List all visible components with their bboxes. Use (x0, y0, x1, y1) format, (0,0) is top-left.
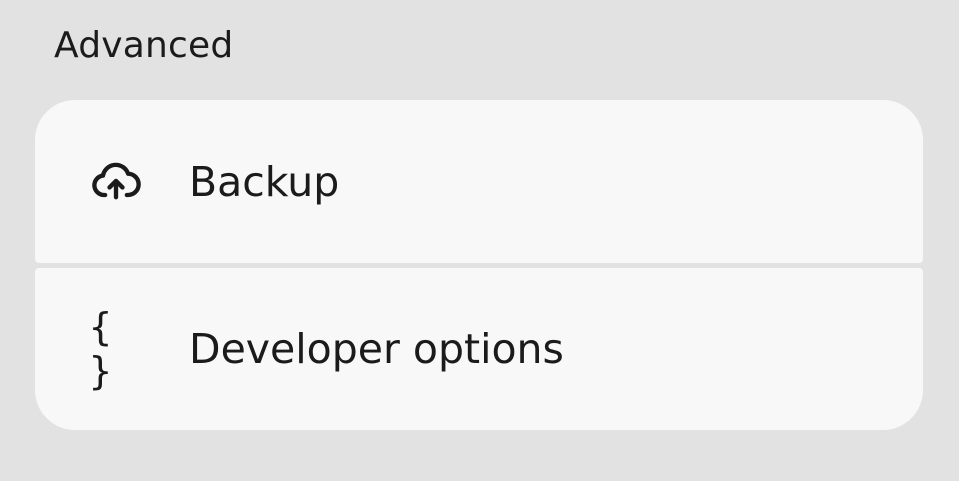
developer-options-item[interactable]: { } Developer options (35, 268, 923, 430)
developer-options-label: Developer options (189, 325, 564, 373)
code-braces-icon: { } (89, 305, 116, 393)
backup-label: Backup (189, 157, 340, 206)
section-title: Advanced (54, 25, 234, 66)
advanced-settings-group: Backup { } Developer options (35, 100, 923, 430)
backup-item[interactable]: Backup (35, 100, 923, 263)
settings-page: Advanced Backup { } Developer options (0, 0, 959, 481)
cloud-upload-icon (89, 155, 143, 209)
